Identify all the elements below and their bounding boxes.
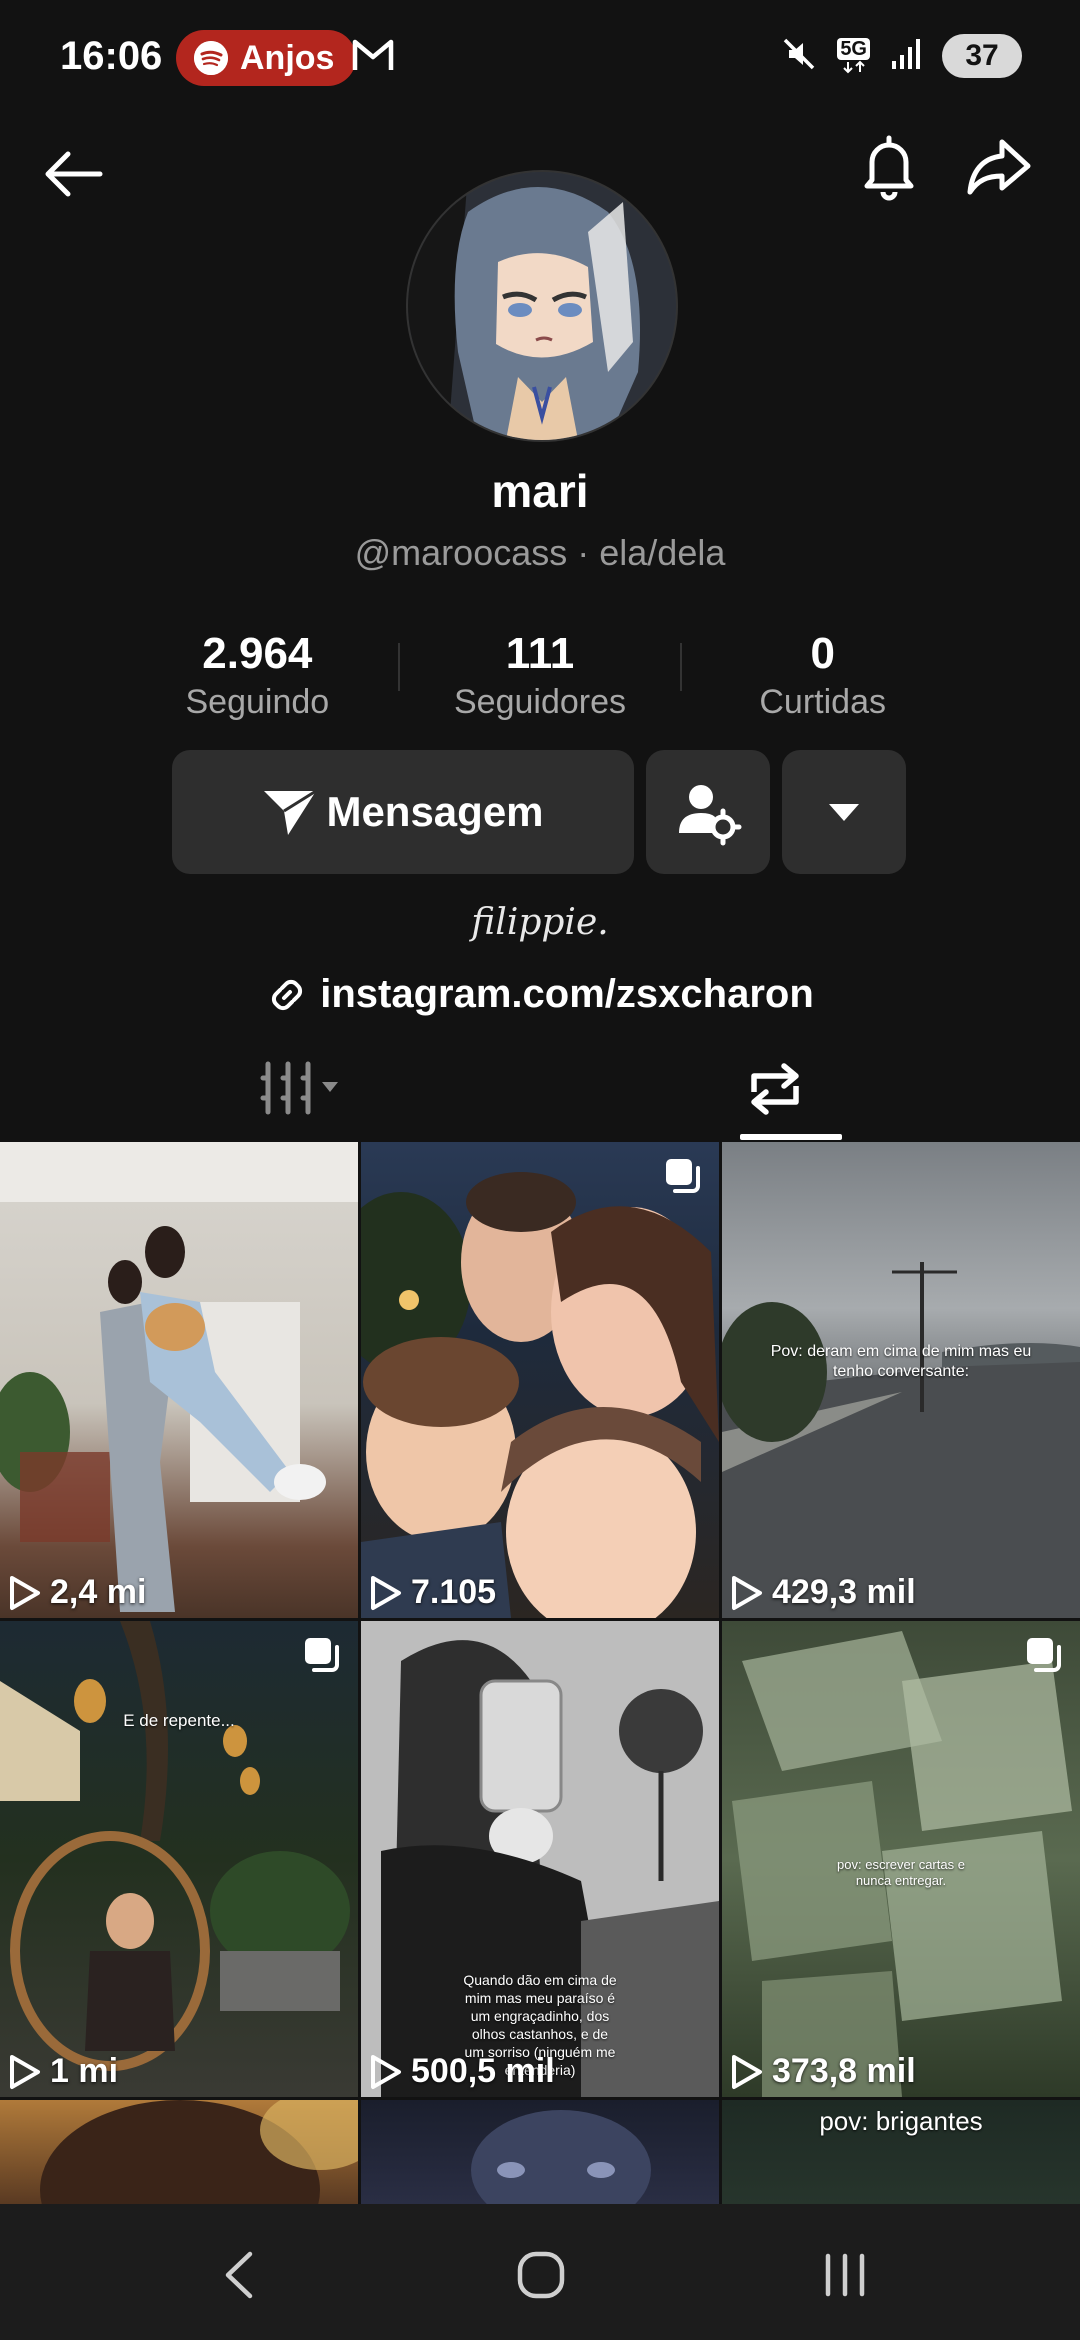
video-thumbnail[interactable]: Pov: deram em cima de mim mas eu tenho c… [722, 1142, 1080, 1618]
video-thumbnail[interactable] [0, 2100, 358, 2204]
caret-down-icon [829, 804, 859, 821]
user-settings-icon [679, 785, 742, 846]
stat-followers-label: Seguidores [454, 683, 627, 721]
stat-divider [398, 643, 400, 691]
video-grid: 2,4 mi 7.105 Pov: deram em cima de mim m… [0, 1142, 1080, 2204]
profile-link[interactable]: instagram.com/zsxcharon [0, 972, 1080, 1017]
message-button-label: Mensagem [326, 788, 544, 835]
spotify-now-playing-pill[interactable]: Anjos [176, 30, 357, 86]
video-caption: Pov: deram em cima de mim mas eu tenho c… [770, 1343, 1032, 1380]
gmail-icon [352, 38, 394, 77]
play-icon [732, 1575, 762, 1610]
profile-avatar[interactable] [406, 170, 678, 442]
recent-apps-icon [825, 2253, 865, 2297]
tab-reposts[interactable] [740, 1054, 830, 1124]
anime-avatar-illustration [408, 172, 676, 440]
clock: 16:06 [60, 34, 163, 78]
spotify-track-label: Anjos [240, 38, 335, 77]
video-caption: E de repente... [123, 1711, 235, 1730]
network-5g-icon: 5G [837, 38, 870, 74]
handle-separator: · [577, 532, 590, 573]
content-tabs [0, 1046, 1080, 1142]
system-recent-apps-button[interactable] [820, 2250, 870, 2305]
profile-link-text: instagram.com/zsxcharon [320, 972, 814, 1016]
stat-likes-label: Curtidas [759, 683, 886, 721]
video-thumbnail[interactable]: pov: brigantes [722, 2100, 1080, 2204]
system-back-button[interactable] [218, 2250, 262, 2305]
back-button[interactable] [36, 130, 110, 204]
view-count: 7.105 [369, 1573, 496, 1612]
message-button[interactable]: Mensagem [172, 750, 634, 874]
play-icon [10, 1575, 40, 1610]
multi-photo-icon [302, 1635, 342, 1680]
stat-likes-value: 0 [810, 629, 835, 678]
handle-row: @maroocass · ela/dela [0, 532, 1080, 574]
send-icon [264, 789, 318, 835]
system-home-button[interactable] [516, 2250, 566, 2305]
stat-following-value: 2.964 [202, 629, 313, 678]
stat-following[interactable]: 2.964 Seguindo [116, 628, 399, 728]
profile-stats: 2.964 Seguindo 111 Seguidores 0 Curtidas [116, 628, 964, 728]
status-bar: 16:06 Anjos 5G 37 [0, 0, 1080, 118]
active-tab-indicator [740, 1134, 842, 1140]
view-count: 429,3 mil [730, 1573, 916, 1612]
video-thumbnail[interactable]: 7.105 [361, 1142, 719, 1618]
stat-followers-value: 111 [505, 629, 575, 678]
tab-videos[interactable] [260, 1058, 350, 1128]
video-thumbnail[interactable]: 2,4 mi [0, 1142, 358, 1618]
view-count: 500,5 mil [369, 2052, 555, 2091]
bell-icon [864, 135, 914, 201]
video-thumbnail[interactable]: E de repente... 1 mi [0, 1621, 358, 2097]
mute-icon [781, 36, 817, 77]
arrow-left-icon [45, 151, 103, 197]
video-caption: pov: escrever cartas e nunca entregar. [837, 1857, 965, 1888]
view-count: 373,8 mil [730, 2052, 916, 2091]
play-icon [371, 2054, 401, 2089]
view-count: 1 mi [8, 2052, 118, 2091]
video-caption: pov: brigantes [819, 2106, 983, 2136]
stat-following-label: Seguindo [185, 683, 330, 721]
stat-likes[interactable]: 0 Curtidas [681, 628, 964, 728]
profile-handle: @maroocass [354, 532, 568, 573]
play-icon [371, 1575, 401, 1610]
repost-icon [751, 1063, 799, 1115]
system-navigation-bar [0, 2204, 1080, 2340]
follow-settings-button[interactable] [646, 750, 770, 874]
stat-followers[interactable]: 111 Seguidores [399, 628, 682, 728]
signal-icon [890, 37, 922, 76]
video-thumbnail[interactable] [361, 2100, 719, 2204]
view-count: 2,4 mi [8, 1573, 146, 1612]
multi-photo-icon [1024, 1635, 1064, 1680]
share-arrow-icon [967, 139, 1031, 195]
chevron-left-icon [225, 2251, 253, 2299]
spotify-icon [194, 41, 228, 75]
share-button[interactable] [962, 128, 1036, 202]
status-icons: 5G 37 [781, 34, 1022, 78]
home-circle-icon [517, 2251, 565, 2299]
more-options-dropdown-button[interactable] [782, 750, 906, 874]
link-icon [272, 979, 303, 1010]
grid-icon [260, 1061, 338, 1115]
multi-photo-icon [663, 1156, 703, 1201]
video-thumbnail[interactable]: pov: escrever cartas e nunca entregar. 3… [722, 1621, 1080, 2097]
play-icon [732, 2054, 762, 2089]
profile-name: mari [491, 465, 589, 517]
profile-bio: filippie. [471, 902, 609, 943]
stat-divider [680, 643, 682, 691]
play-icon [10, 2054, 40, 2089]
video-thumbnail[interactable]: Quando dão em cima de mim mas meu paraís… [361, 1621, 719, 2097]
battery-indicator: 37 [942, 34, 1022, 78]
profile-pronouns: ela/dela [599, 532, 726, 573]
notifications-button[interactable] [852, 128, 926, 202]
profile-actions: Mensagem [172, 750, 906, 874]
